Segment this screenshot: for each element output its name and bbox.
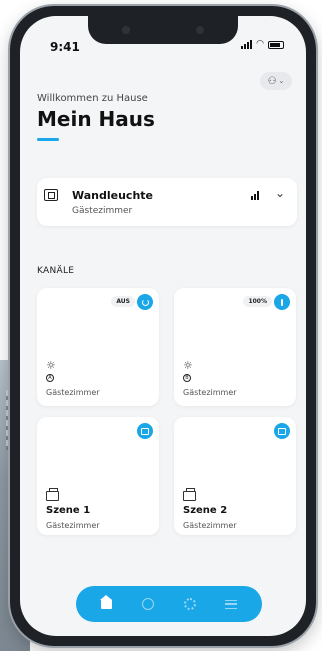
- channel-b-icon: B: [183, 374, 191, 382]
- scene-icon: [141, 427, 149, 435]
- phone-frame: 9:41 ◠ ⚇ ⌄ Willkommen zu Hause Mein Haus…: [10, 6, 316, 646]
- app-screen: 9:41 ◠ ⚇ ⌄ Willkommen zu Hause Mein Haus…: [20, 16, 306, 636]
- tile-name: Szene 1: [46, 505, 91, 516]
- tile-room: Gästezimmer: [46, 521, 100, 530]
- chevron-down-icon[interactable]: ⌄: [275, 186, 285, 200]
- scene-tile-1[interactable]: Szene 1 Gästezimmer: [37, 417, 159, 535]
- bottom-nav: [76, 586, 262, 622]
- power-button[interactable]: [137, 294, 153, 310]
- device-name: Wandleuchte: [72, 189, 154, 202]
- status-badge: 100%: [243, 296, 272, 307]
- chevron-down-icon: ⌄: [278, 77, 285, 85]
- scene-icon: [183, 488, 196, 501]
- device-room: Gästezimmer: [72, 206, 133, 216]
- nav-home[interactable]: [97, 594, 117, 614]
- scene-tile-2[interactable]: Szene 2 Gästezimmer: [174, 417, 296, 535]
- nav-settings[interactable]: [180, 594, 200, 614]
- device-card[interactable]: Wandleuchte Gästezimmer ⌄: [37, 178, 297, 226]
- channel-tile-1[interactable]: AUS ☼ A Gästezimmer: [37, 288, 159, 406]
- tile-room: Gästezimmer: [46, 388, 100, 397]
- tile-room: Gästezimmer: [183, 388, 237, 397]
- signal-strength-icon: [251, 191, 259, 200]
- tile-room: Gästezimmer: [183, 521, 237, 530]
- scene-action-button[interactable]: [274, 423, 290, 439]
- status-icons: ◠: [241, 40, 284, 49]
- power-icon: [141, 298, 149, 306]
- scene-icon: [46, 488, 59, 501]
- channel-a-icon: A: [46, 374, 54, 382]
- scene-action-button[interactable]: [137, 423, 153, 439]
- channel-tile-2[interactable]: 100% ☼ B Gästezimmer: [174, 288, 296, 406]
- title-underline: [37, 138, 59, 141]
- scene-icon: [278, 427, 286, 435]
- user-icon: ⚇: [267, 75, 277, 87]
- info-button[interactable]: [274, 294, 290, 310]
- device-panel-icon: [44, 189, 58, 201]
- page-title: Mein Haus: [37, 107, 155, 131]
- bulb-icon: ☼: [46, 359, 56, 372]
- cellular-signal-icon: [241, 40, 253, 49]
- camera-dot: [122, 26, 130, 34]
- clock-icon: [142, 598, 155, 610]
- phone-notch: [88, 16, 238, 44]
- nav-timer[interactable]: [138, 594, 158, 614]
- welcome-text: Willkommen zu Hause: [37, 93, 148, 104]
- wifi-icon: ◠: [256, 39, 264, 49]
- nav-menu[interactable]: [221, 594, 241, 614]
- menu-icon: [225, 599, 238, 609]
- tile-name: Szene 2: [183, 505, 228, 516]
- gear-icon: [183, 598, 196, 610]
- home-icon: [100, 595, 113, 609]
- info-icon: [281, 298, 283, 306]
- bulb-icon: ☼: [183, 359, 193, 372]
- status-time: 9:41: [50, 40, 80, 54]
- section-label-channels: KANÄLE: [37, 266, 75, 276]
- profile-button[interactable]: ⚇ ⌄: [260, 72, 292, 90]
- battery-icon: [268, 40, 284, 49]
- camera-dot: [196, 26, 204, 34]
- status-badge: AUS: [111, 296, 135, 307]
